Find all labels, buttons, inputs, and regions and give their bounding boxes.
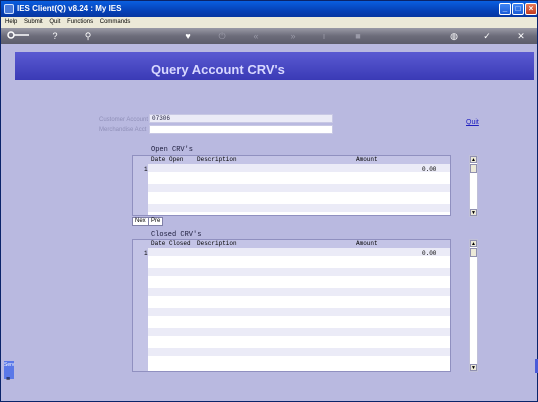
side-marker-icon[interactable]: ≡ bbox=[6, 376, 14, 384]
toolbar: ? ⚲ ♥ ⏻ « » ı ■ ◍ ✓ ✕ bbox=[1, 28, 537, 44]
col-date-closed: Date Closed bbox=[151, 240, 191, 247]
merchandise-acct-label: Merchandise Acct bbox=[99, 127, 147, 133]
maximize-button[interactable]: □ bbox=[512, 3, 524, 15]
scroll-thumb[interactable] bbox=[470, 248, 477, 257]
menu-quit[interactable]: Quit bbox=[49, 19, 60, 25]
title-bar[interactable]: IES Client(Q) v8.24 : My IES _ □ × bbox=[1, 1, 537, 17]
table-row[interactable] bbox=[148, 298, 450, 307]
stop-icon[interactable]: ■ bbox=[353, 30, 363, 42]
help-icon[interactable]: ? bbox=[50, 30, 60, 42]
open-crv-header: Date Open Description Amount bbox=[133, 156, 450, 164]
check-icon[interactable]: ✓ bbox=[482, 30, 492, 42]
col-date-open: Date Open bbox=[151, 156, 184, 163]
open-crv-grid: Date Open Description Amount 1 0.00 bbox=[132, 155, 451, 216]
power-icon[interactable]: ⏻ bbox=[217, 30, 227, 42]
col-amount: Amount bbox=[356, 240, 378, 247]
page-title: Query Account CRV's bbox=[151, 62, 285, 77]
table-row[interactable] bbox=[148, 318, 450, 327]
col-description: Description bbox=[197, 240, 237, 247]
open-grid-scrollbar[interactable]: ▲ ▼ bbox=[469, 155, 478, 217]
scroll-down-icon[interactable]: ▼ bbox=[470, 364, 477, 371]
table-row[interactable] bbox=[148, 268, 450, 277]
row-number: 1 bbox=[144, 250, 148, 257]
customer-account-label: Customer Account bbox=[99, 117, 149, 123]
table-row[interactable] bbox=[148, 338, 450, 347]
prev-button[interactable]: Pre bbox=[148, 217, 164, 226]
table-row[interactable] bbox=[148, 358, 450, 367]
heart-icon[interactable]: ♥ bbox=[183, 30, 193, 42]
table-row[interactable] bbox=[148, 194, 450, 203]
table-row[interactable] bbox=[148, 288, 450, 297]
table-row[interactable] bbox=[148, 184, 450, 193]
app-icon bbox=[4, 4, 14, 14]
closed-crv-grid: Date Closed Description Amount 1 0.00 bbox=[132, 239, 451, 372]
key-icon[interactable] bbox=[7, 30, 31, 42]
customer-account-field[interactable]: 07306 bbox=[149, 114, 333, 123]
row-amount: 0.00 bbox=[422, 166, 437, 173]
menu-bar: Help Submit Quit Functions Commands bbox=[1, 17, 537, 28]
close-icon[interactable]: ✕ bbox=[516, 30, 526, 42]
row-gutter bbox=[133, 248, 148, 371]
closed-crv-header: Date Closed Description Amount bbox=[133, 240, 450, 248]
table-row[interactable] bbox=[148, 174, 450, 183]
globe-icon[interactable]: ◍ bbox=[449, 30, 459, 42]
search-icon[interactable]: ⚲ bbox=[83, 30, 93, 42]
table-row[interactable] bbox=[148, 204, 450, 213]
app-window: IES Client(Q) v8.24 : My IES _ □ × Help … bbox=[0, 0, 538, 402]
close-window-button[interactable]: × bbox=[525, 3, 537, 15]
table-row[interactable] bbox=[148, 328, 450, 337]
menu-help[interactable]: Help bbox=[5, 19, 17, 25]
table-row[interactable] bbox=[148, 258, 450, 267]
table-row[interactable] bbox=[148, 164, 450, 173]
table-row[interactable] bbox=[148, 308, 450, 317]
closed-grid-scrollbar[interactable]: ▲ ▼ bbox=[469, 239, 478, 372]
menu-functions[interactable]: Functions bbox=[67, 19, 93, 25]
menu-commands[interactable]: Commands bbox=[100, 19, 131, 25]
scroll-thumb[interactable] bbox=[470, 164, 477, 173]
scroll-up-icon[interactable]: ▲ bbox=[470, 156, 477, 163]
table-row[interactable] bbox=[148, 278, 450, 287]
merchandise-acct-field[interactable] bbox=[149, 125, 333, 134]
scroll-up-icon[interactable]: ▲ bbox=[470, 240, 477, 247]
menu-submit[interactable]: Submit bbox=[24, 19, 43, 25]
rewind-icon[interactable]: « bbox=[250, 30, 262, 42]
closed-crv-title: Closed CRV's bbox=[151, 231, 202, 239]
row-amount: 0.00 bbox=[422, 250, 437, 257]
minimize-button[interactable]: _ bbox=[499, 3, 511, 15]
info-icon[interactable]: ı bbox=[320, 30, 328, 42]
row-number: 1 bbox=[144, 166, 148, 173]
table-row[interactable] bbox=[148, 248, 450, 257]
quit-link[interactable]: Quit bbox=[466, 119, 479, 126]
window-title: IES Client(Q) v8.24 : My IES bbox=[17, 4, 122, 13]
scroll-down-icon[interactable]: ▼ bbox=[470, 209, 477, 216]
next-button[interactable]: Nex bbox=[132, 217, 149, 226]
open-crv-title: Open CRV's bbox=[151, 146, 194, 154]
col-amount: Amount bbox=[356, 156, 378, 163]
table-row[interactable] bbox=[148, 348, 450, 357]
fast-forward-icon[interactable]: » bbox=[287, 30, 299, 42]
col-description: Description bbox=[197, 156, 237, 163]
